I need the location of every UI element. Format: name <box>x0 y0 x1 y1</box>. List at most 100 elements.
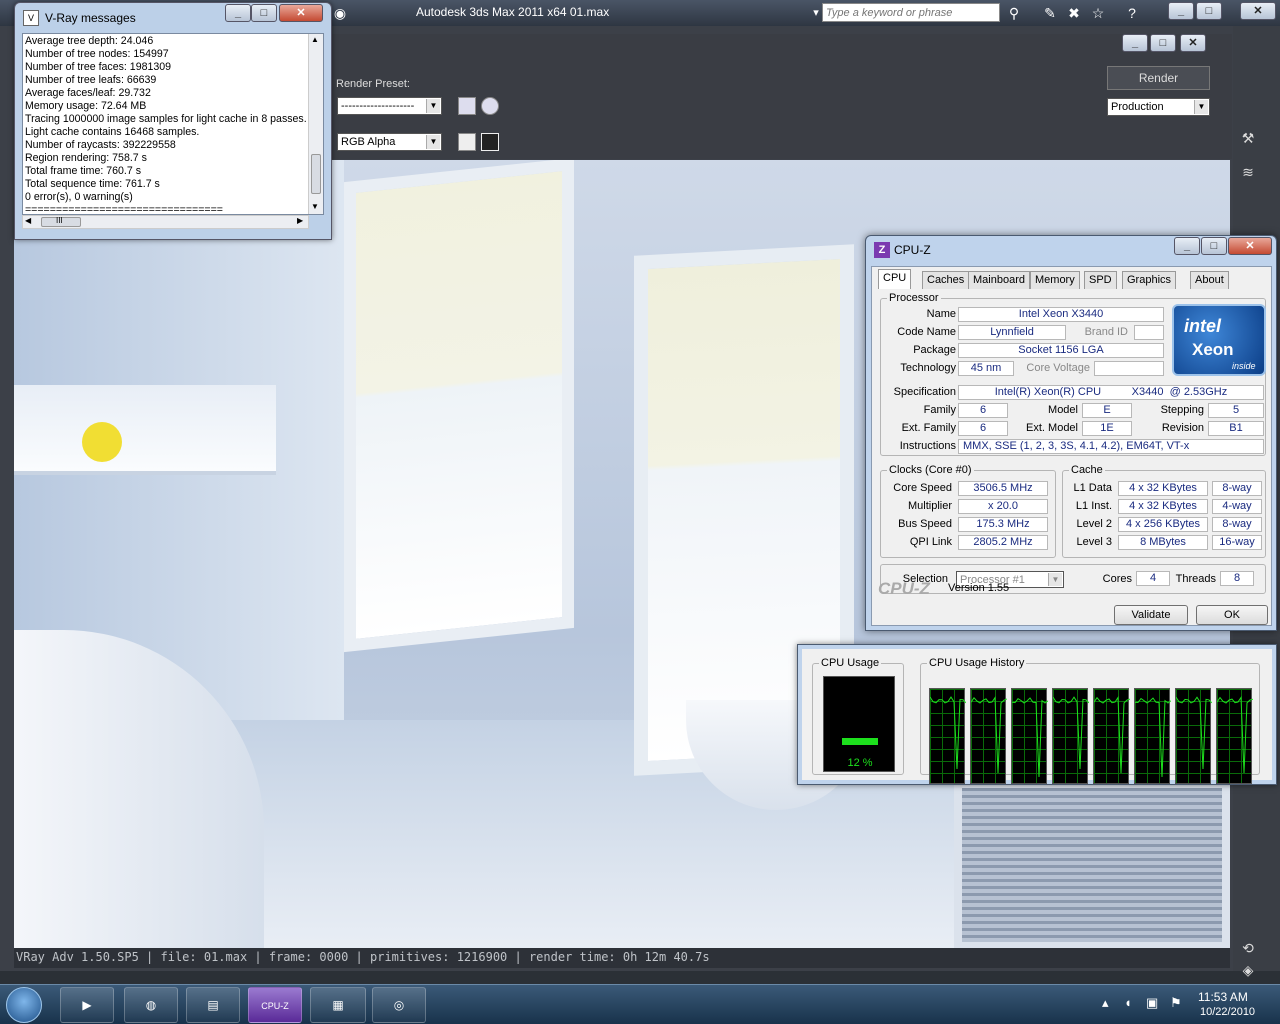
taskbar: ▶ ◍ ▤ CPU-Z ▦ ◎ ▴ ◖ ▣ ⚑ 11:53 AM 10/22/2… <box>0 984 1280 1024</box>
scroll-down-icon[interactable]: ▼ <box>311 202 319 211</box>
start-button[interactable] <box>6 987 42 1023</box>
help-icon[interactable]: ? <box>1122 3 1142 23</box>
preset-settings-icon[interactable] <box>481 97 499 115</box>
vray-log-line: Number of raycasts: 392229558 <box>25 139 176 151</box>
mono-view-icon[interactable] <box>458 133 476 151</box>
scroll-up-icon[interactable]: ▲ <box>311 35 319 44</box>
cpu-history-polyline <box>1093 696 1131 774</box>
render-mode-select[interactable]: Production ▼ <box>1107 98 1210 116</box>
tab-memory[interactable]: Memory <box>1030 271 1080 289</box>
walk-icon[interactable]: ◈ <box>1238 962 1258 982</box>
vray-close-button[interactable]: ✕ <box>279 4 323 22</box>
cpu-usage-label: CPU Usage <box>819 657 882 669</box>
render-preset-select[interactable]: -------------------- ▼ <box>337 97 442 115</box>
scroll-right-icon[interactable]: ▶ <box>297 216 303 225</box>
cpuz-minimize-button[interactable]: _ <box>1174 237 1200 255</box>
clocks-group-label: Clocks (Core #0) <box>887 464 974 476</box>
vray-minimize-button[interactable]: _ <box>225 4 251 22</box>
cpu-history-polyline <box>1052 696 1090 770</box>
firefox-icon[interactable]: ◍ <box>124 987 178 1023</box>
cpu-history-label: CPU Usage History <box>927 657 1027 669</box>
vray-log-line: Average faces/leaf: 29.732 <box>25 87 151 99</box>
wave-icon[interactable]: ≋ <box>1238 164 1258 184</box>
vray-messages-window: V V-Ray messages _ □ ✕ Average tree dept… <box>14 2 332 240</box>
alpha-view-icon[interactable] <box>481 133 499 151</box>
chevron-down-icon: ▼ <box>1048 573 1062 586</box>
busspeed-label: Bus Speed <box>898 518 952 530</box>
3dsmax-taskbar-icon[interactable]: ◎ <box>372 987 426 1023</box>
ok-button[interactable]: OK <box>1196 605 1268 625</box>
vray-vscroll-thumb[interactable] <box>311 154 321 194</box>
cpuz-taskbar-button[interactable]: CPU-Z <box>248 987 302 1023</box>
cpuz-close-button[interactable]: ✕ <box>1228 237 1272 255</box>
scroll-left-icon[interactable]: ◀ <box>25 216 31 225</box>
cpu-history-polyline <box>1011 697 1049 778</box>
communication-icon[interactable]: ✖ <box>1064 3 1084 23</box>
instructions-label: Instructions <box>899 440 956 452</box>
name-label: Name <box>926 308 956 320</box>
model-value: E <box>1082 403 1132 418</box>
fb-close-button[interactable]: ✕ <box>1180 34 1206 52</box>
network-icon[interactable]: ▣ <box>1146 995 1158 1011</box>
vray-log-line: 0 error(s), 0 warning(s) <box>25 191 133 203</box>
vray-log-line: Total frame time: 760.7 s <box>25 165 141 177</box>
task-manager-icon[interactable]: ▦ <box>310 987 366 1023</box>
orbit-icon[interactable]: ⟲ <box>1238 940 1258 960</box>
cpuz-maximize-button[interactable]: □ <box>1201 237 1227 255</box>
corespeed-value: 3506.5 MHz <box>958 481 1048 496</box>
hammer-icon[interactable]: ⚒ <box>1238 130 1258 150</box>
cpu-history-line <box>1011 697 1049 778</box>
max-maximize-button[interactable]: □ <box>1196 2 1222 20</box>
preset-open-icon[interactable] <box>458 97 476 115</box>
render-button[interactable]: Render <box>1107 66 1210 90</box>
tab-graphics[interactable]: Graphics <box>1122 271 1177 289</box>
tray-arrow-icon[interactable]: ▴ <box>1102 995 1109 1011</box>
cache-l1inst-label: L1 Inst. <box>1075 500 1112 512</box>
vray-vertical-scrollbar[interactable]: ▲ ▼ <box>308 34 323 214</box>
max-app-icon[interactable]: ◉ <box>330 3 350 23</box>
keyword-search-input[interactable] <box>822 3 1000 22</box>
corevoltage-label: Core Voltage <box>1026 362 1090 374</box>
vray-log-line: Number of tree leafs: 66639 <box>25 74 157 86</box>
tab-spd[interactable]: SPD <box>1084 271 1117 289</box>
fb-maximize-button[interactable]: □ <box>1150 34 1176 52</box>
codename-label: Code Name <box>897 326 956 338</box>
explorer-icon[interactable]: ▤ <box>186 987 240 1023</box>
cpu-history-polyline <box>1134 697 1172 778</box>
package-label: Package <box>913 344 956 356</box>
cache-l1data-label: L1 Data <box>1073 482 1112 494</box>
channel-select[interactable]: RGB Alpha ▼ <box>337 133 442 151</box>
family-value: 6 <box>958 403 1008 418</box>
cpuz-taskbar-label: CPU-Z <box>261 1001 289 1011</box>
max-minimize-button[interactable]: _ <box>1168 2 1194 20</box>
tab-cpu[interactable]: CPU <box>878 269 912 289</box>
cpu-usage-percent: 12 % <box>847 757 873 769</box>
brandid-label: Brand ID <box>1084 326 1128 338</box>
tab-about[interactable]: About <box>1190 271 1229 289</box>
fb-minimize-button[interactable]: _ <box>1122 34 1148 52</box>
tab-mainboard[interactable]: Mainboard <box>968 271 1030 289</box>
binoculars-icon[interactable]: ⚲ <box>1004 3 1024 23</box>
vray-maximize-button[interactable]: □ <box>251 4 277 22</box>
vray-horizontal-scrollbar[interactable]: ◀ III ▶ <box>22 215 309 229</box>
clock-date[interactable]: 10/22/2010 <box>1200 1006 1255 1018</box>
media-player-icon[interactable]: ▶ <box>60 987 114 1023</box>
cpu-history-graph <box>1052 688 1090 784</box>
max-close-button[interactable]: ✕ <box>1240 2 1276 20</box>
threads-label: Threads <box>1175 573 1216 585</box>
action-center-icon[interactable]: ⚑ <box>1170 995 1182 1011</box>
cpu-history-group: CPU Usage History <box>920 657 1260 784</box>
vray-hscroll-thumb[interactable]: III <box>41 216 81 227</box>
clock-time[interactable]: 11:53 AM <box>1198 990 1248 1004</box>
cache-l1data-way: 8-way <box>1212 481 1262 496</box>
cpu-history-line <box>1093 696 1131 774</box>
cpuz-body: CPU Caches Mainboard Memory SPD Graphics… <box>871 266 1272 626</box>
validate-button[interactable]: Validate <box>1114 605 1188 625</box>
vray-log[interactable]: Average tree depth: 24.046 Number of tree… <box>22 33 324 215</box>
volume-icon[interactable]: ◖ <box>1124 995 1132 1010</box>
tools-icon[interactable]: ✎ <box>1040 3 1060 23</box>
star-icon[interactable]: ☆ <box>1088 3 1108 23</box>
cpu-history-line <box>1134 697 1172 778</box>
tab-caches[interactable]: Caches <box>922 271 970 289</box>
vray-log-line: Number of tree faces: 1981309 <box>25 61 172 73</box>
